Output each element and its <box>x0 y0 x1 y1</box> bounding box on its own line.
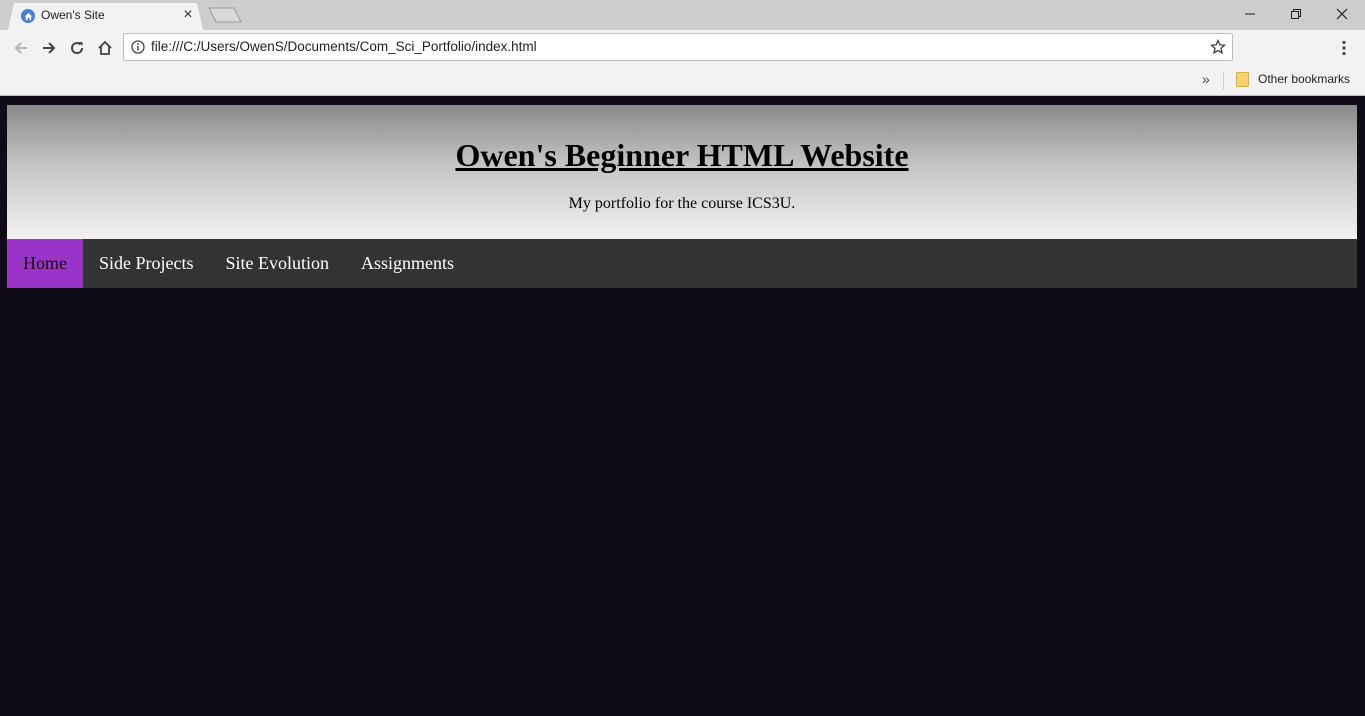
home-icon <box>21 9 35 23</box>
more-vertical-icon <box>1342 40 1346 56</box>
bookmarks-overflow-button[interactable]: » <box>1202 71 1210 87</box>
arrow-left-icon <box>14 42 27 54</box>
info-icon[interactable] <box>131 40 145 54</box>
home-icon <box>98 40 112 55</box>
tab-title: Owen's Site <box>41 8 105 22</box>
site-navigation: Home Side Projects Site Evolution Assign… <box>7 239 1357 288</box>
minimize-button[interactable] <box>1227 0 1273 28</box>
home-button[interactable] <box>94 37 116 59</box>
browser-tab[interactable]: Owen's Site × <box>8 3 203 30</box>
folder-icon <box>1236 72 1249 87</box>
star-icon[interactable] <box>1210 39 1226 55</box>
restore-icon <box>1291 9 1301 19</box>
nav-item-side-projects[interactable]: Side Projects <box>83 239 210 288</box>
browser-toolbar: file:///C:/Users/OwenS/Documents/Com_Sci… <box>0 30 1365 66</box>
arrow-right-icon <box>43 42 56 54</box>
bookmarks-bar: » Other bookmarks <box>0 66 1365 96</box>
forward-button[interactable] <box>38 37 60 59</box>
back-button[interactable] <box>10 37 32 59</box>
restore-button[interactable] <box>1273 0 1319 28</box>
tab-close-button[interactable]: × <box>180 5 196 25</box>
nav-item-site-evolution[interactable]: Site Evolution <box>210 239 346 288</box>
nav-item-assignments[interactable]: Assignments <box>345 239 470 288</box>
page-subtitle: My portfolio for the course ICS3U. <box>568 195 796 212</box>
address-bar[interactable]: file:///C:/Users/OwenS/Documents/Com_Sci… <box>123 33 1233 61</box>
page-title: Owen's Beginner HTML Website <box>455 137 909 173</box>
reload-icon <box>71 42 84 55</box>
browser-menu-button[interactable] <box>1334 37 1354 59</box>
new-tab-button[interactable] <box>208 7 242 23</box>
bookmarks-divider <box>1223 72 1224 90</box>
close-icon <box>1336 8 1348 20</box>
other-bookmarks-folder[interactable]: Other bookmarks <box>1258 72 1350 86</box>
minimize-icon <box>1245 13 1255 15</box>
nav-item-home[interactable]: Home <box>7 239 83 288</box>
address-url[interactable]: file:///C:/Users/OwenS/Documents/Com_Sci… <box>151 39 537 54</box>
close-window-button[interactable] <box>1319 0 1365 28</box>
reload-button[interactable] <box>66 37 88 59</box>
site-header: Owen's Beginner HTML Website My portfoli… <box>7 105 1357 239</box>
browser-titlebar: Owen's Site × <box>0 0 1365 30</box>
